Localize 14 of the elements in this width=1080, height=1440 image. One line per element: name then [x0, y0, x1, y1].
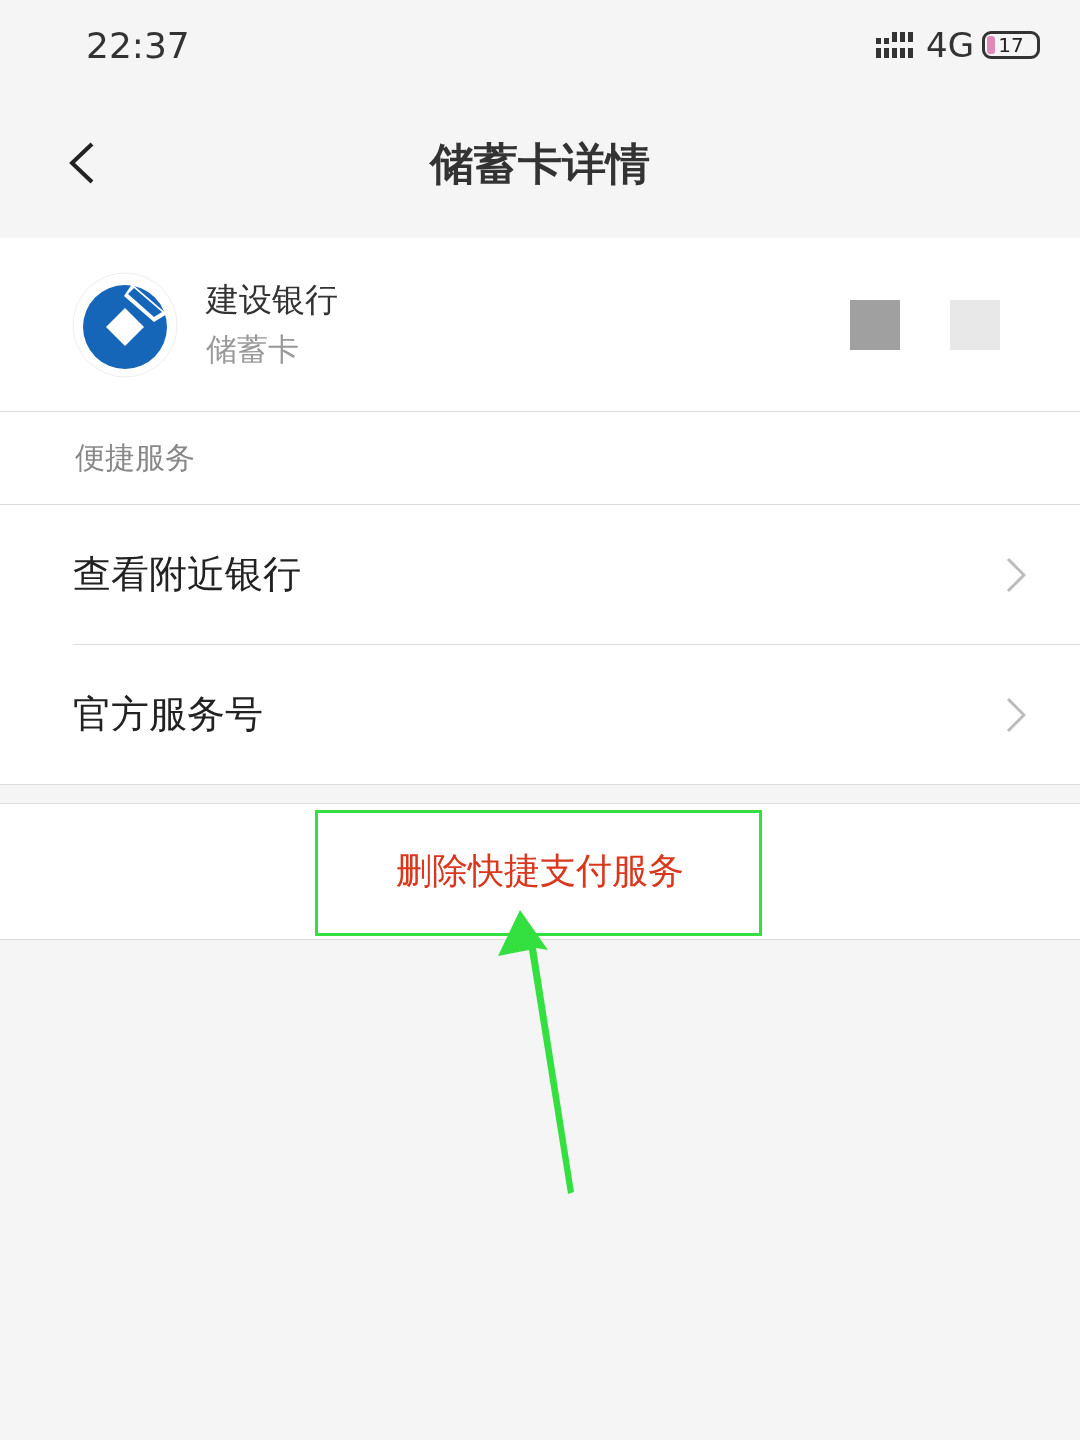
network-label: 4G [926, 25, 974, 65]
card-type: 储蓄卡 [206, 330, 300, 369]
section-label: 便捷服务 [0, 412, 1080, 505]
delete-button[interactable]: 删除快捷支付服务 [0, 803, 1080, 940]
redacted-block [850, 299, 900, 350]
bank-name: 建设银行 [206, 279, 339, 321]
chevron-icon [1006, 556, 1026, 593]
bank-logo-icon [72, 271, 178, 378]
chevron-icon [1006, 696, 1026, 733]
status-time: 22:37 [86, 24, 190, 66]
page-title: 储蓄卡详情 [430, 136, 650, 191]
list-item[interactable]: 官方服务号 [73, 645, 1080, 784]
battery-icon: 17 [982, 31, 1040, 59]
list-item[interactable]: 查看附近银行 [73, 505, 1080, 645]
